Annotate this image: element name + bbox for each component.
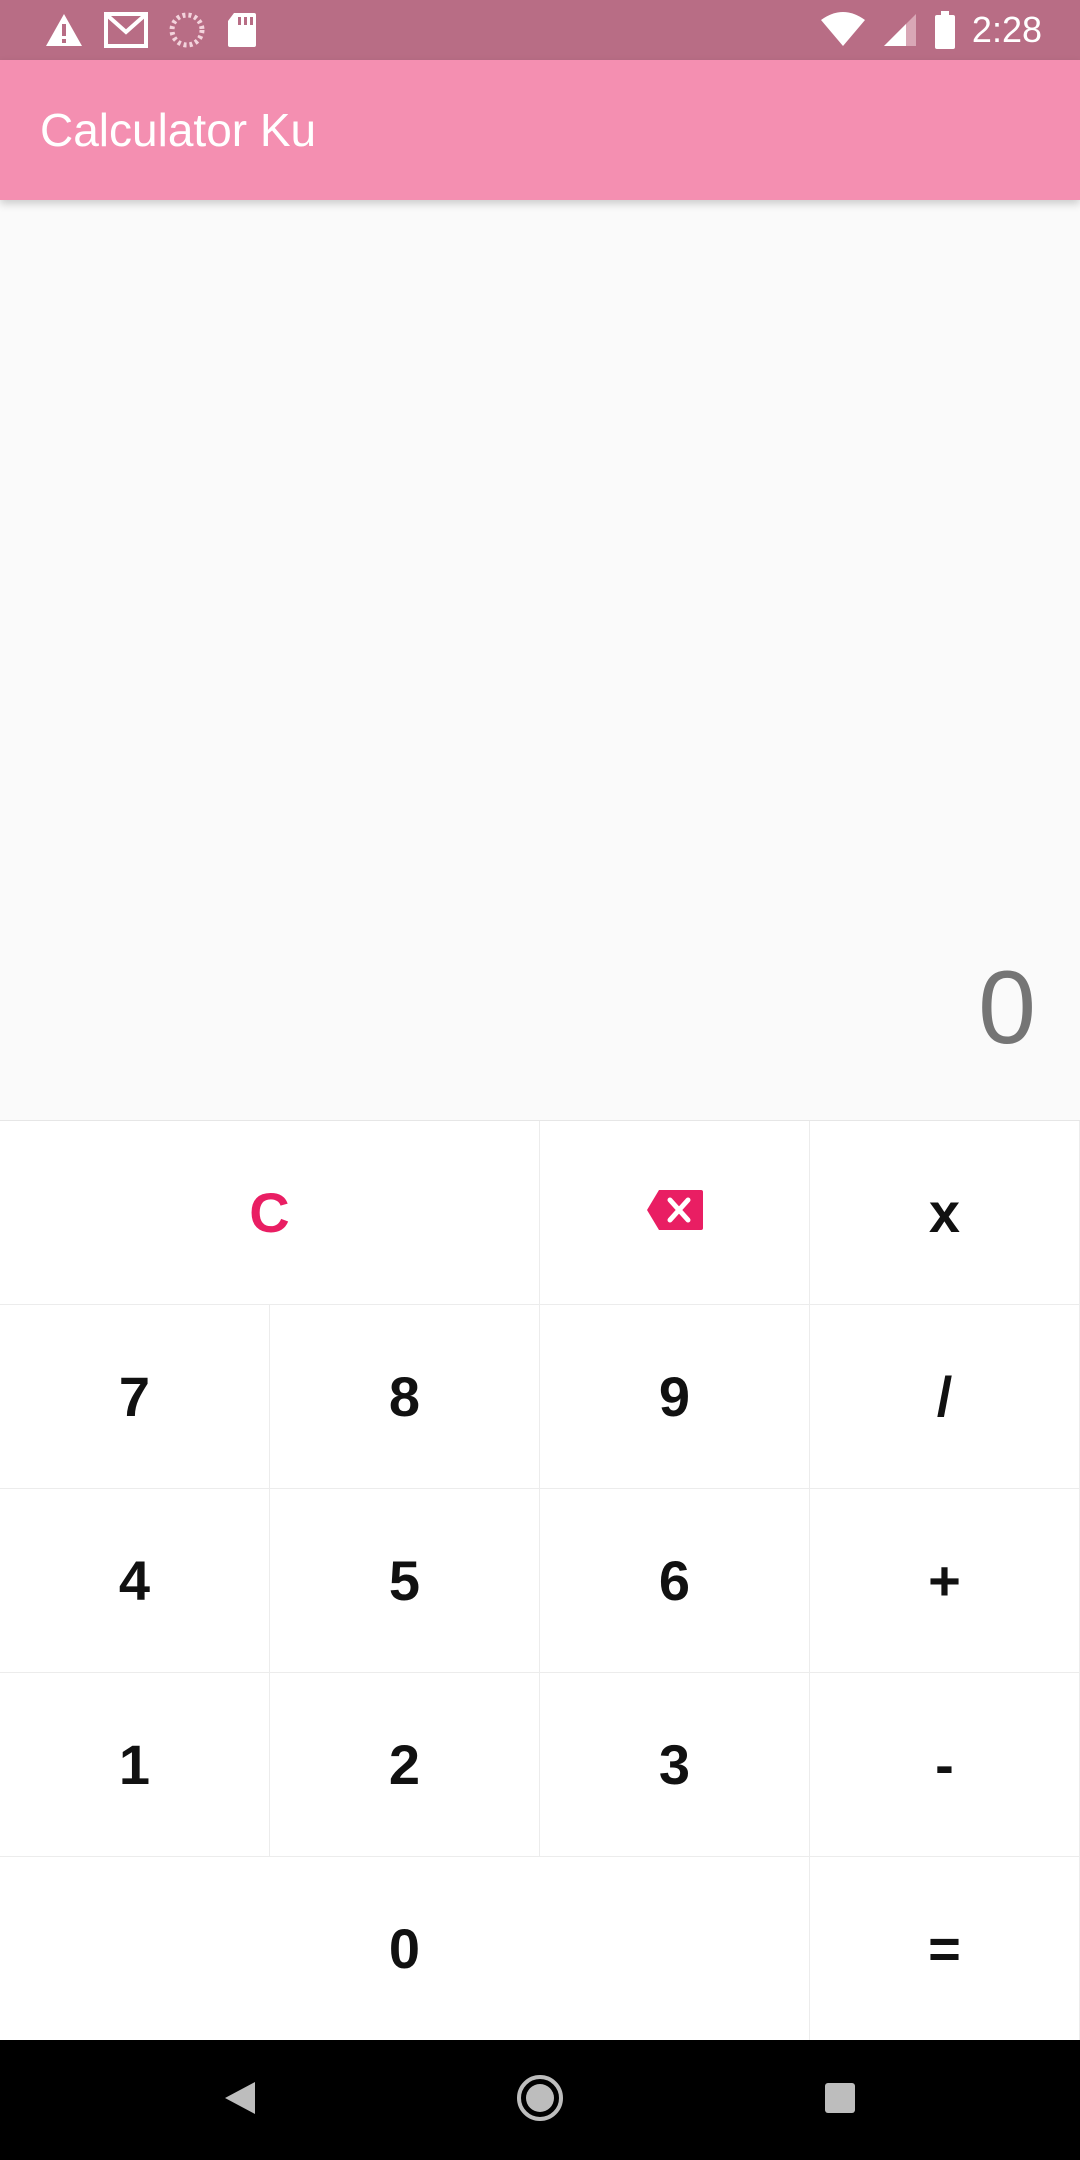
keypad: C x 7 8 9 / 4 5 6 + 1 2 3 - 0 = xyxy=(0,1120,1080,2041)
recents-button[interactable] xyxy=(780,2040,900,2160)
add-button[interactable]: + xyxy=(810,1489,1080,1673)
warning-icon xyxy=(44,12,84,48)
app-title: Calculator Ku xyxy=(40,104,317,156)
digit-0-button[interactable]: 0 xyxy=(0,1857,810,2041)
multiply-button[interactable]: x xyxy=(810,1121,1080,1305)
digit-4-button[interactable]: 4 xyxy=(0,1489,270,1673)
digit-9-button[interactable]: 9 xyxy=(540,1305,810,1489)
display-value: 0 xyxy=(978,950,1036,1066)
home-icon xyxy=(516,2074,564,2127)
calculator-display: 0 xyxy=(0,200,1080,1120)
divide-button[interactable]: / xyxy=(810,1305,1080,1489)
battery-icon xyxy=(934,11,956,49)
equals-button[interactable]: = xyxy=(810,1857,1080,2041)
digit-7-button[interactable]: 7 xyxy=(0,1305,270,1489)
status-time: 2:28 xyxy=(971,9,1042,50)
sd-card-icon xyxy=(226,11,258,49)
digit-2-button[interactable]: 2 xyxy=(270,1673,540,1857)
digit-8-button[interactable]: 8 xyxy=(270,1305,540,1489)
backspace-button[interactable] xyxy=(540,1121,810,1305)
clear-button[interactable]: C xyxy=(0,1121,540,1305)
subtract-button[interactable]: - xyxy=(810,1673,1080,1857)
digit-3-button[interactable]: 3 xyxy=(540,1673,810,1857)
wifi-icon xyxy=(820,12,866,48)
back-icon xyxy=(223,2080,257,2121)
gmail-icon xyxy=(104,12,148,48)
back-button[interactable] xyxy=(180,2040,300,2160)
recents-icon xyxy=(824,2082,856,2119)
digit-5-button[interactable]: 5 xyxy=(270,1489,540,1673)
navigation-bar xyxy=(0,2040,1080,2160)
home-button[interactable] xyxy=(480,2040,600,2160)
status-bar-left-icons xyxy=(44,10,278,50)
digit-1-button[interactable]: 1 xyxy=(0,1673,270,1857)
digit-6-button[interactable]: 6 xyxy=(540,1489,810,1673)
status-bar: 2:28 xyxy=(0,0,1080,60)
app-bar: Calculator Ku xyxy=(0,60,1080,200)
loading-icon xyxy=(168,11,206,49)
backspace-icon xyxy=(645,1180,705,1245)
signal-icon xyxy=(882,12,918,48)
status-bar-right-icons: 2:28 xyxy=(804,8,1042,52)
